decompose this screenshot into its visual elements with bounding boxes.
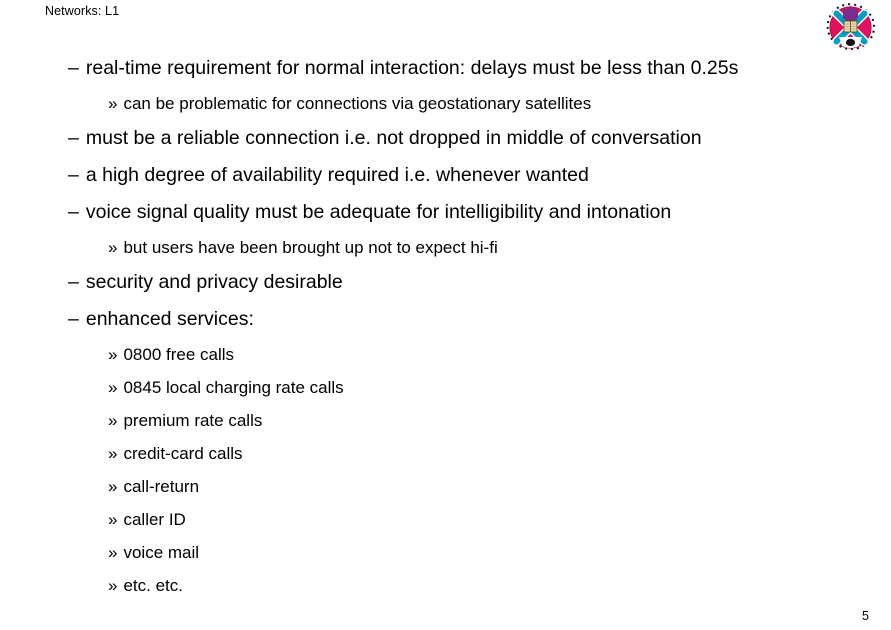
bullet-text: a high degree of availability required i… [85, 164, 589, 186]
bullet-item: – security and privacy desirable [0, 264, 891, 301]
bullet-item: » 0800 free calls [0, 338, 891, 371]
bullet-text: must be a reliable connection i.e. not d… [85, 127, 702, 149]
bullet-text: can be problematic for connections via g… [123, 94, 592, 113]
bullet-item: – enhanced services: [0, 301, 891, 338]
bullet-item: » etc. etc. [0, 569, 891, 602]
guillemet-bullet-icon: » [108, 94, 118, 113]
dash-bullet-icon: – [68, 308, 79, 330]
bullet-text: caller ID [123, 510, 186, 529]
guillemet-bullet-icon: » [108, 477, 118, 496]
crest-base-charge [845, 38, 856, 47]
bullet-item: » voice mail [0, 536, 891, 569]
guillemet-bullet-icon: » [108, 543, 118, 562]
bullet-item: – a high degree of availability required … [0, 157, 891, 194]
bullet-item: » premium rate calls [0, 404, 891, 437]
bullet-item: » but users have been brought up not to e… [0, 231, 891, 264]
guillemet-bullet-icon: » [108, 576, 118, 595]
bullet-text: voice mail [123, 543, 200, 562]
bullet-text: call-return [123, 477, 200, 496]
guillemet-bullet-icon: » [108, 444, 118, 463]
dash-bullet-icon: – [68, 57, 79, 79]
bullet-item: – voice signal quality must be adequate f… [0, 194, 891, 231]
bullet-text: premium rate calls [123, 411, 263, 430]
bullet-text: 0845 local charging rate calls [123, 378, 344, 397]
bullet-text: real-time requirement for normal interac… [85, 57, 739, 79]
bullet-item: – real-time requirement for normal intera… [0, 50, 891, 87]
dash-bullet-icon: – [68, 127, 79, 149]
bullet-text: credit-card calls [123, 444, 243, 463]
bullet-item: – must be a reliable connection i.e. not … [0, 120, 891, 157]
guillemet-bullet-icon: » [108, 238, 118, 257]
bullet-item: » can be problematic for connections via … [0, 87, 891, 120]
guillemet-bullet-icon: » [108, 510, 118, 529]
guillemet-bullet-icon: » [108, 411, 118, 430]
university-crest-logo [821, 1, 877, 55]
bullet-text: enhanced services: [85, 308, 254, 330]
slide: Networks: L1 – real-time requirement for… [0, 0, 891, 630]
guillemet-bullet-icon: » [108, 378, 118, 397]
guillemet-bullet-icon: » [108, 345, 118, 364]
bullet-item: » caller ID [0, 503, 891, 536]
bullet-text: 0800 free calls [123, 345, 235, 364]
dash-bullet-icon: – [68, 271, 79, 293]
bullet-text: etc. etc. [123, 576, 183, 595]
bullet-text: voice signal quality must be adequate fo… [85, 201, 672, 223]
bullet-item: » 0845 local charging rate calls [0, 371, 891, 404]
dash-bullet-icon: – [68, 201, 79, 223]
page-number: 5 [862, 609, 869, 623]
bullet-text: security and privacy desirable [85, 271, 343, 293]
slide-body: – real-time requirement for normal intera… [0, 50, 891, 602]
bullet-item: » call-return [0, 470, 891, 503]
bullet-item: » credit-card calls [0, 437, 891, 470]
slide-header-title: Networks: L1 [45, 4, 120, 18]
bullet-text: but users have been brought up not to ex… [123, 238, 498, 257]
dash-bullet-icon: – [68, 164, 79, 186]
